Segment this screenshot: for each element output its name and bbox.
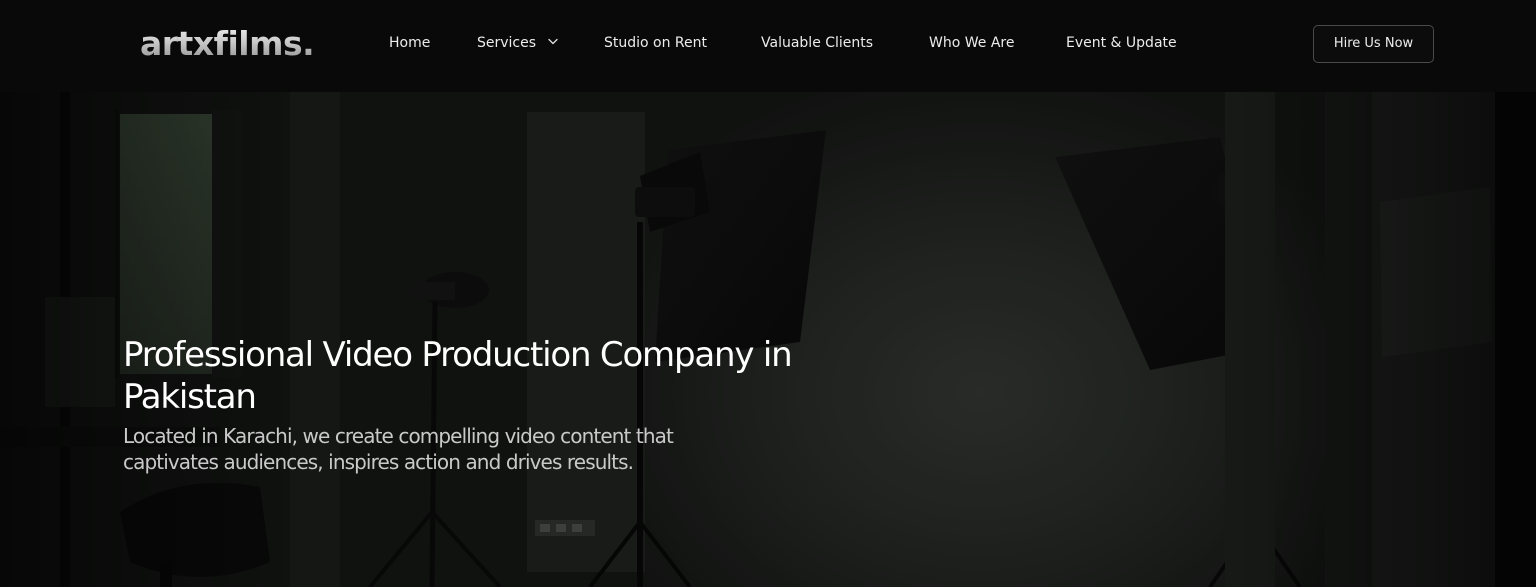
nav-item-valuable-clients[interactable]: Valuable Clients — [761, 33, 873, 53]
nav-item-label: Services — [477, 35, 537, 51]
nav-item-label: Valuable Clients — [761, 35, 874, 51]
nav-item-label: Event & Update — [1066, 35, 1177, 51]
top-navbar: artxfilms. Home Services Studio on Rent … — [0, 0, 1536, 92]
chevron-down-icon — [547, 31, 558, 51]
hire-us-now-button[interactable]: Hire Us Now — [1313, 25, 1434, 63]
brand-logo[interactable]: artxfilms. — [140, 24, 315, 64]
hero-subtitle: Located in Karachi, we create compelling… — [123, 424, 674, 474]
nav-item-label: Home — [389, 35, 431, 51]
nav-item-label: Who We Are — [929, 35, 1015, 51]
nav-item-event-update[interactable]: Event & Update — [1066, 33, 1177, 53]
nav-item-studio-on-rent[interactable]: Studio on Rent — [604, 33, 707, 53]
hero-title: Professional Video Production Company in… — [123, 335, 793, 417]
nav-item-label: Studio on Rent — [604, 35, 708, 51]
nav-item-home[interactable]: Home — [389, 33, 430, 53]
nav-item-services[interactable]: Services — [477, 33, 558, 53]
nav-item-who-we-are[interactable]: Who We Are — [929, 33, 1014, 53]
